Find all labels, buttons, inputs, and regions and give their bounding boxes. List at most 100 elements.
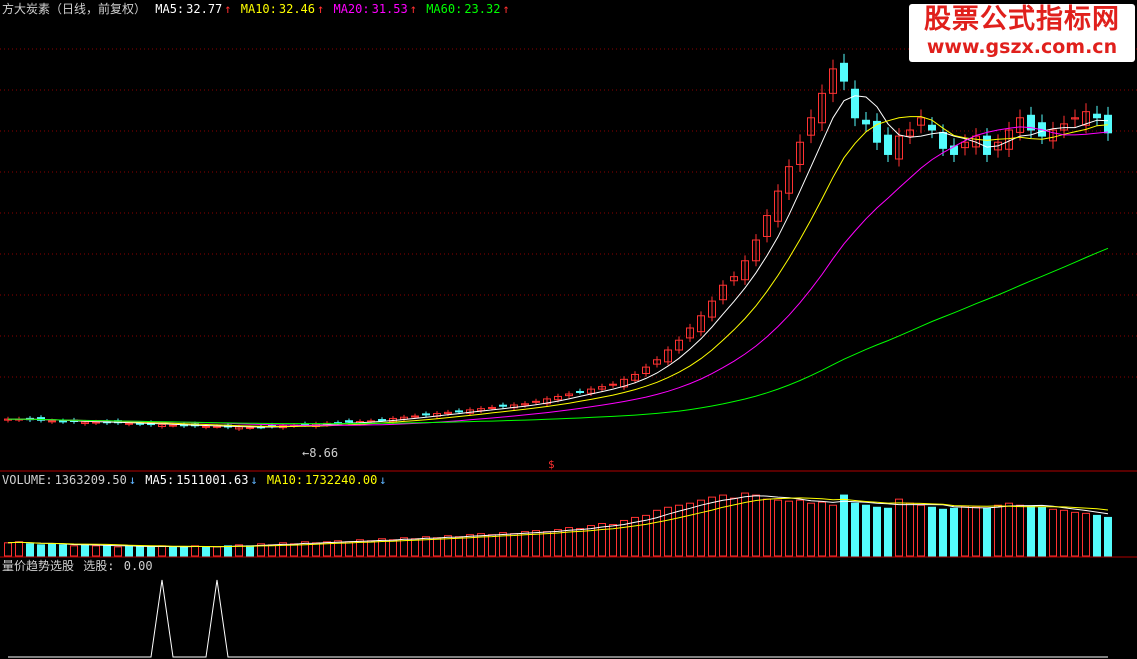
indicator-legend: 量价趋势选股 选股: 0.00 xyxy=(2,559,155,574)
volume-bar xyxy=(576,528,584,557)
volume-bar xyxy=(763,498,771,557)
candle-body xyxy=(125,422,133,425)
volume-bar xyxy=(785,500,793,557)
volume-bar xyxy=(268,544,276,557)
volume-bar xyxy=(1082,512,1090,557)
ma10-up-arrow-icon: ↑ xyxy=(317,2,325,16)
signal-line xyxy=(8,579,1108,658)
volume-bar xyxy=(730,497,738,557)
volume-bar xyxy=(1071,511,1079,557)
volume-bar xyxy=(158,545,166,557)
watermark-logo: 股票公式指标网 www.gszx.com.cn xyxy=(909,4,1135,62)
vol-ma5-down-arrow-icon: ↓ xyxy=(250,473,258,487)
candle-body xyxy=(411,415,419,418)
volume-bar xyxy=(488,534,496,557)
volume-bar xyxy=(389,539,397,557)
ma60-up-arrow-icon: ↑ xyxy=(502,2,510,16)
volume-bar xyxy=(543,531,551,557)
watermark-title: 股票公式指标网 xyxy=(924,4,1120,35)
volume-bar xyxy=(125,545,133,557)
low-price-annotation: ←8.66 xyxy=(302,446,338,460)
volume-bar xyxy=(620,519,628,557)
candle-body xyxy=(488,406,496,409)
volume-bar xyxy=(840,494,848,557)
volume-bar xyxy=(1049,508,1057,557)
candle-body xyxy=(884,134,892,155)
vol-ma10-value: 1732240.00 xyxy=(305,473,378,487)
candle-body xyxy=(455,410,463,413)
volume-bar xyxy=(972,506,980,557)
indicator-panel[interactable]: 量价趋势选股 选股: 0.00 xyxy=(0,558,1137,659)
volume-bar xyxy=(169,546,177,557)
ma5-value: 32.77 xyxy=(186,2,223,16)
vol-ma5-label: MA5: xyxy=(145,473,175,487)
indicator-name: 量价趋势选股 xyxy=(2,559,75,573)
candle-body xyxy=(840,62,848,82)
volume-bar xyxy=(686,502,694,557)
volume-bar xyxy=(4,542,12,557)
ma5-label: MA5: xyxy=(155,2,185,16)
candle-body xyxy=(246,426,254,429)
volume-bar xyxy=(884,507,892,557)
volume-label: VOLUME: xyxy=(2,473,53,487)
ma10-value: 32.46 xyxy=(278,2,315,16)
volume-bar xyxy=(642,514,650,557)
price-chart[interactable] xyxy=(0,0,1137,472)
vol-ma10-label: MA10: xyxy=(266,473,304,487)
volume-bar xyxy=(26,543,34,557)
volume-bar xyxy=(136,546,144,557)
volume-legend: VOLUME: 1363209.50 ↓ MA5: 1511001.63 ↓ MA10:… xyxy=(2,473,389,488)
volume-bar xyxy=(70,545,78,557)
volume-bar xyxy=(1104,516,1112,557)
volume-bar xyxy=(1060,509,1068,557)
volume-bar xyxy=(917,504,925,557)
volume-bar xyxy=(807,502,815,557)
candle-body xyxy=(1093,113,1101,119)
watermark-url: www.gszx.com.cn xyxy=(926,36,1118,58)
candle-body xyxy=(851,88,859,119)
vol-ma5-value: 1511001.63 xyxy=(176,473,249,487)
ma20-value: 31.53 xyxy=(371,2,408,16)
volume-bar xyxy=(928,506,936,557)
volume-value: 1363209.50 xyxy=(54,473,127,487)
volume-bar xyxy=(59,544,67,557)
candle-body xyxy=(862,119,870,125)
volume-bar xyxy=(873,506,881,557)
stock-title: 方大炭素（日线，前复权） xyxy=(2,2,147,16)
volume-bar xyxy=(1016,504,1024,557)
volume-bar xyxy=(906,502,914,557)
candle-body xyxy=(48,420,56,423)
candle-body xyxy=(169,424,177,427)
low-price-value: 8.66 xyxy=(309,446,339,460)
candle-body xyxy=(1104,114,1112,134)
volume-bar xyxy=(950,507,958,557)
volume-panel[interactable]: VOLUME: 1363209.50 ↓ MA5: 1511001.63 ↓ MA10:… xyxy=(0,472,1137,558)
ma10-line xyxy=(8,116,1109,428)
ma60-label: MA60: xyxy=(426,2,463,16)
volume-bar xyxy=(202,546,210,557)
vol-ma10-down-arrow-icon: ↓ xyxy=(379,473,387,487)
volume-bar xyxy=(598,523,606,557)
ma20-label: MA20: xyxy=(333,2,370,16)
candle-body xyxy=(378,419,386,422)
volume-bar xyxy=(345,541,353,557)
volume-bar xyxy=(213,546,221,557)
volume-bar xyxy=(180,546,188,557)
price-panel[interactable]: 方大炭素（日线，前复权） MA5: 32.77 ↑ MA10: 32.46 ↑ MA20… xyxy=(0,0,1137,472)
candle-body xyxy=(532,400,540,403)
candle-body xyxy=(59,420,67,423)
volume-down-arrow-icon: ↓ xyxy=(128,473,137,487)
volume-bar xyxy=(961,505,969,557)
volume-bar xyxy=(1005,502,1013,557)
volume-bar xyxy=(81,544,89,557)
volume-bar xyxy=(829,504,837,557)
candle-body xyxy=(213,425,221,428)
indicator-chart[interactable] xyxy=(0,558,1137,659)
volume-bar xyxy=(983,507,991,557)
volume-bar xyxy=(752,494,760,557)
candle-body xyxy=(202,425,210,428)
ma60-value: 23.32 xyxy=(464,2,501,16)
marker-symbol: $ xyxy=(548,458,555,471)
volume-bar xyxy=(411,538,419,557)
volume-bar xyxy=(796,499,804,557)
